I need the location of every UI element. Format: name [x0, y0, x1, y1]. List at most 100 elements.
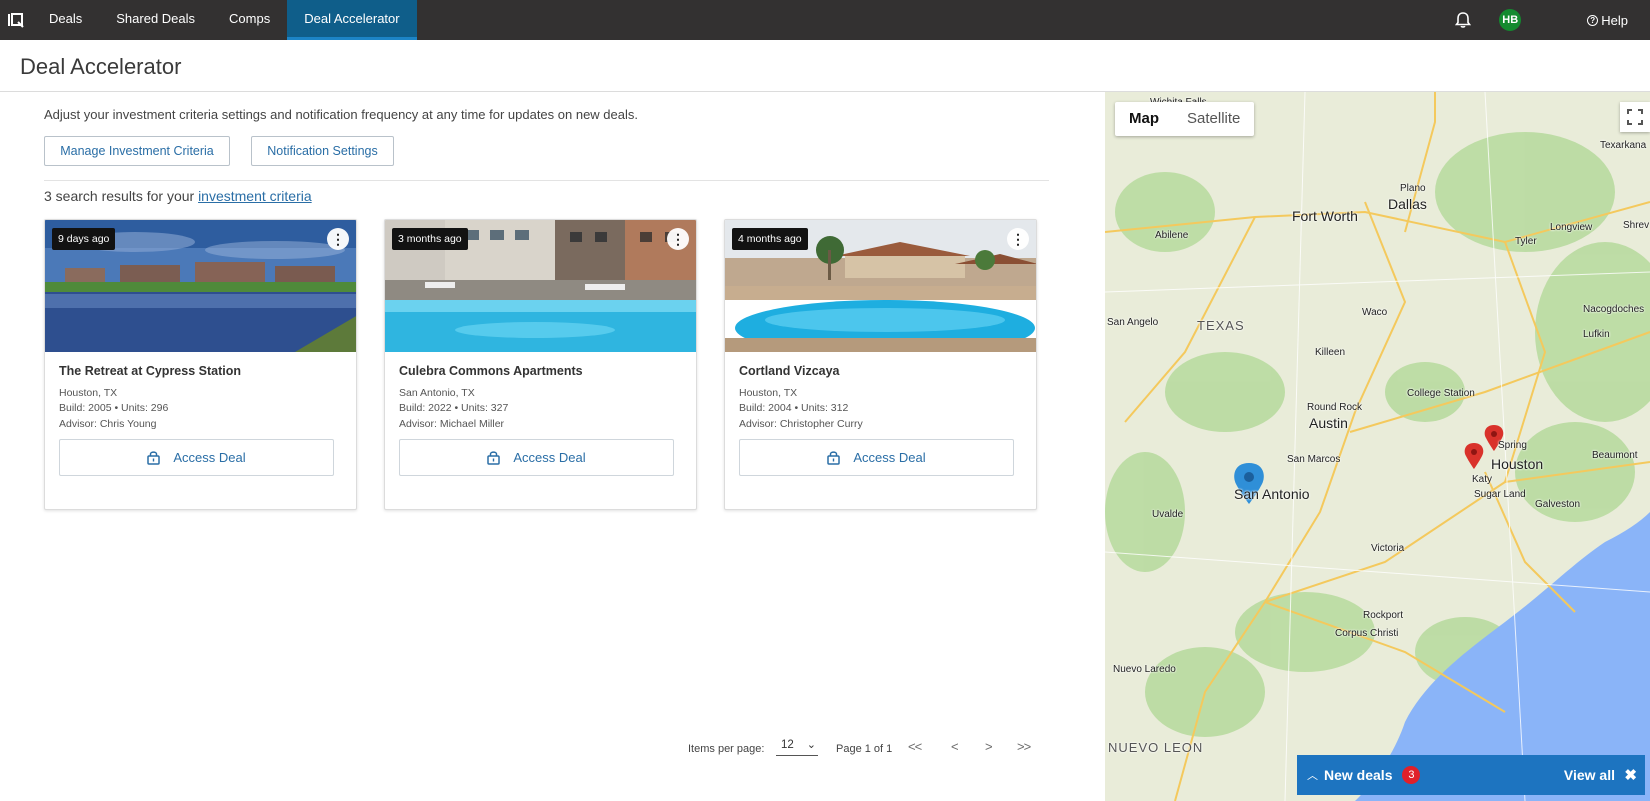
close-icon[interactable]: ✖ [1624, 766, 1637, 784]
map-label: Longview [1550, 222, 1593, 233]
nav-comps[interactable]: Comps [212, 0, 287, 40]
nav-deal-accelerator[interactable]: Deal Accelerator [287, 0, 417, 40]
deal-location: San Antonio, TX [399, 387, 475, 399]
deal-photo: 9 days ago ⋮ [45, 220, 356, 352]
map-label: Round Rock [1307, 402, 1363, 413]
map-label: Nuevo Laredo [1113, 664, 1176, 675]
page-info: Page 1 of 1 [836, 743, 893, 755]
deal-build-units: Build: 2022 • Units: 327 [399, 402, 509, 414]
manage-criteria-button[interactable]: Manage Investment Criteria [44, 136, 230, 166]
chevron-down-icon: ⌄ [806, 739, 816, 751]
help-link[interactable]: ? Help [1587, 13, 1628, 28]
app-logo[interactable] [0, 0, 32, 40]
fullscreen-button[interactable] [1620, 102, 1650, 132]
map-type-toggle: Map Satellite [1115, 102, 1255, 136]
nav-shared-deals[interactable]: Shared Deals [99, 0, 212, 40]
criteria-intro-text: Adjust your investment criteria settings… [44, 107, 638, 122]
lock-icon [827, 451, 841, 465]
logo-icon [8, 13, 24, 28]
map-label: Killeen [1315, 347, 1346, 358]
deal-advisor: Advisor: Chris Young [59, 418, 157, 430]
map-label: Sugar Land [1474, 489, 1526, 500]
map-label: Shrev [1623, 220, 1650, 231]
access-deal-label: Access Deal [173, 450, 246, 465]
deal-age-badge: 9 days ago [52, 228, 116, 250]
deal-location: Houston, TX [59, 387, 118, 399]
last-page-button[interactable]: >> [1017, 739, 1031, 754]
map-label: Rockport [1363, 610, 1404, 621]
access-deal-button[interactable]: Access Deal [59, 439, 334, 476]
new-deals-label: New deals [1324, 767, 1393, 783]
fullscreen-icon [1627, 109, 1643, 125]
view-all-button[interactable]: View all [1564, 767, 1615, 783]
map-label: Uvalde [1152, 509, 1184, 520]
deal-map[interactable]: Wichita Falls Plano Dallas Fort Worth Te… [1105, 92, 1650, 801]
access-deal-label: Access Deal [853, 450, 926, 465]
map-label: College Station [1407, 388, 1475, 399]
deal-list-panel: Adjust your investment criteria settings… [0, 92, 1105, 801]
deal-card[interactable]: 3 months ago ⋮ Culebra Commons Apartment… [384, 219, 697, 510]
lock-icon [147, 451, 161, 465]
map-label: Waco [1362, 307, 1388, 318]
deal-advisor: Advisor: Michael Miller [399, 418, 505, 430]
map-label: Dallas [1388, 196, 1427, 212]
user-avatar[interactable]: HB [1499, 9, 1522, 31]
deal-photo: 3 months ago ⋮ [385, 220, 696, 352]
map-label: Fort Worth [1292, 208, 1358, 224]
first-page-button[interactable]: << [908, 739, 922, 754]
map-label: Nacogdoches [1583, 304, 1645, 315]
map-label: NUEVO LEON [1108, 740, 1204, 755]
bell-icon[interactable] [1453, 10, 1473, 30]
more-options-icon[interactable]: ⋮ [1007, 228, 1029, 250]
map-label: Texarkana [1600, 140, 1647, 151]
more-options-icon[interactable]: ⋮ [327, 228, 349, 250]
map-label: Beaumont [1592, 450, 1638, 461]
deal-advisor: Advisor: Christopher Curry [739, 418, 863, 430]
map-label: Houston [1491, 456, 1544, 472]
divider [44, 180, 1049, 181]
access-deal-label: Access Deal [513, 450, 586, 465]
map-label: Katy [1472, 474, 1493, 485]
nav-right-group: HB ? Help [1453, 0, 1650, 40]
more-options-icon[interactable]: ⋮ [667, 228, 689, 250]
nav-deals[interactable]: Deals [32, 0, 99, 40]
next-page-button[interactable]: > [985, 739, 993, 754]
top-navigation: Deals Shared Deals Comps Deal Accelerato… [0, 0, 1650, 40]
map-base [1105, 92, 1650, 801]
map-label: Austin [1309, 415, 1348, 431]
deal-card[interactable]: 9 days ago ⋮ The Retreat at Cypress Stat… [44, 219, 357, 510]
satellite-mode-button[interactable]: Satellite [1173, 102, 1254, 136]
items-per-page-label: Items per page: [688, 743, 765, 755]
previous-page-button[interactable]: < [951, 739, 959, 754]
page-header: Deal Accelerator [0, 40, 1650, 92]
map-label: Tyler [1515, 236, 1537, 247]
map-label: San Marcos [1287, 454, 1341, 465]
results-count-text: 3 search results for your [44, 188, 199, 204]
results-summary: 3 search results for your investment cri… [44, 188, 312, 204]
deal-card[interactable]: 4 months ago ⋮ Cortland Vizcaya Houston,… [724, 219, 1037, 510]
items-per-page-select[interactable]: 12 ⌄ [776, 738, 818, 756]
map-mode-button[interactable]: Map [1115, 102, 1173, 136]
map-label: Galveston [1535, 499, 1581, 510]
chevron-up-icon[interactable]: ︿ [1307, 767, 1318, 783]
deal-age-badge: 3 months ago [392, 228, 468, 250]
map-label: Victoria [1371, 543, 1405, 554]
new-deals-bar[interactable]: ︿ New deals 3 View all ✖ [1297, 755, 1645, 795]
deal-build-units: Build: 2005 • Units: 296 [59, 402, 169, 414]
deal-name: Cortland Vizcaya [739, 364, 840, 378]
map-label: Spring [1498, 440, 1527, 451]
map-label: San Angelo [1107, 317, 1159, 328]
deal-build-units: Build: 2004 • Units: 312 [739, 402, 849, 414]
access-deal-button[interactable]: Access Deal [739, 439, 1014, 476]
deal-name: The Retreat at Cypress Station [59, 364, 241, 378]
access-deal-button[interactable]: Access Deal [399, 439, 674, 476]
map-label: Abilene [1155, 230, 1189, 241]
deal-age-badge: 4 months ago [732, 228, 808, 250]
investment-criteria-link[interactable]: investment criteria [198, 188, 312, 204]
help-circle-icon: ? [1587, 14, 1599, 26]
deal-photo: 4 months ago ⋮ [725, 220, 1036, 352]
map-label: San Antonio [1234, 486, 1310, 502]
notification-settings-button[interactable]: Notification Settings [251, 136, 394, 166]
help-label: Help [1601, 12, 1628, 28]
map-label: Plano [1400, 183, 1426, 194]
